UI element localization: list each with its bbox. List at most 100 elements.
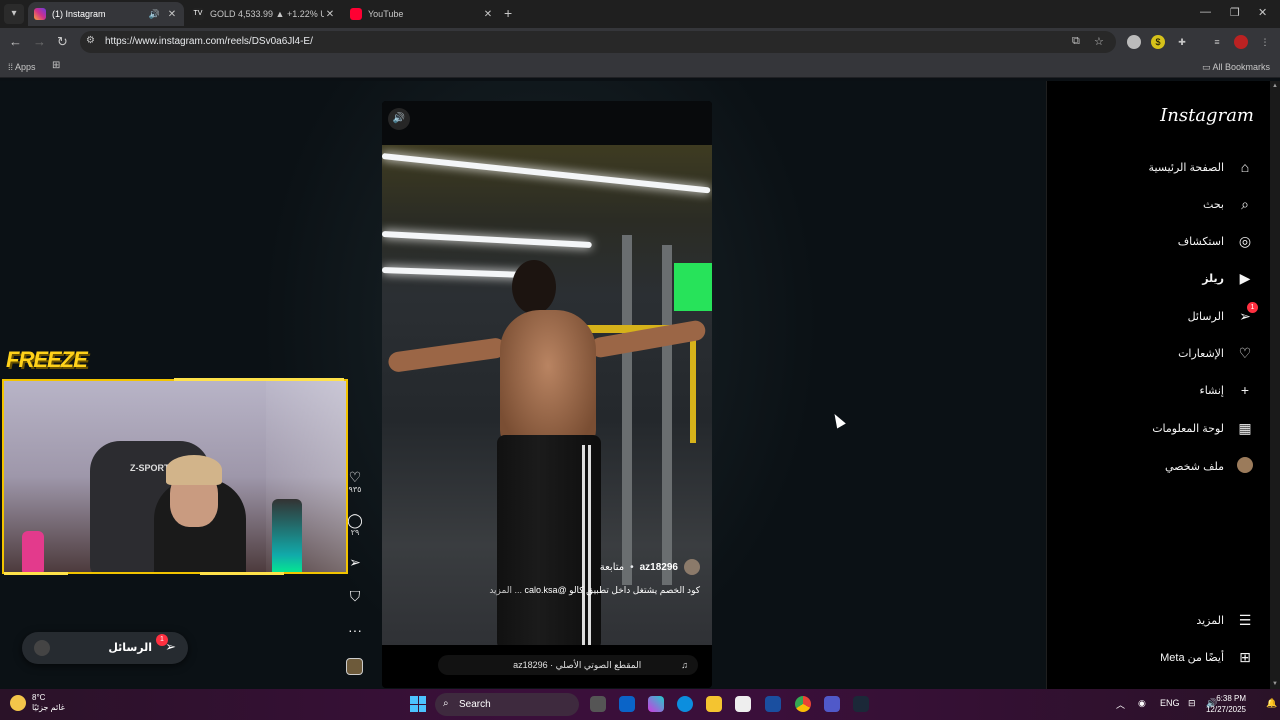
tab-title: YouTube: [368, 9, 404, 19]
reel-player[interactable]: 🔊 متابعة • az18296 كود الخصم يشتغل داخل …: [382, 101, 712, 688]
apps-bookmark[interactable]: ⁞⁞ Apps: [8, 62, 36, 72]
save-button[interactable]: ⛉: [346, 588, 364, 604]
audio-thumbnail[interactable]: [346, 658, 363, 675]
tab-gold[interactable]: TV GOLD 4,533.99 ▲ +1.22% Unn ✕: [186, 2, 342, 26]
author-avatar[interactable]: [684, 559, 700, 575]
search-icon: ⌕: [443, 698, 449, 709]
bookmark-star-icon[interactable]: ☆: [1094, 35, 1104, 48]
tradingview-favicon-icon: TV: [192, 8, 204, 20]
comment-icon: ◯: [347, 512, 363, 528]
audio-toggle-icon[interactable]: 🔊: [388, 108, 410, 130]
hamburger-icon: ☰: [1238, 611, 1252, 628]
comment-button[interactable]: ◯ ٢٩: [346, 512, 364, 537]
steam-icon[interactable]: [853, 696, 869, 712]
sidebar-item-explore[interactable]: ◎ استكشاف: [1178, 230, 1254, 252]
instagram-logo[interactable]: Instagram: [1160, 105, 1254, 126]
system-clock[interactable]: 6:38 PM 12/27/2025: [1206, 693, 1246, 715]
sidebar-item-meta[interactable]: ⊞ أيضًا من Meta: [1160, 646, 1254, 668]
sidebar-item-create[interactable]: + إنشاء: [1200, 379, 1254, 401]
caption-more-link[interactable]: ... المزيد: [489, 585, 522, 595]
minimize-button[interactable]: —: [1200, 6, 1211, 18]
close-window-button[interactable]: ✕: [1258, 6, 1267, 19]
sidebar-item-profile[interactable]: ملف شخصي: [1165, 455, 1254, 477]
reels-icon: ▶: [1239, 269, 1251, 286]
speaker-icon[interactable]: 🔊: [149, 9, 160, 20]
profile-avatar[interactable]: [1234, 35, 1248, 49]
messages-pill[interactable]: الرسائل ➢ 1: [22, 632, 188, 664]
chair-brand-text: Z-SPORT: [130, 463, 170, 473]
webcam-overlay: Z-SPORT: [2, 379, 348, 574]
tab-title: GOLD 4,533.99 ▲ +1.22% Unn: [210, 9, 324, 19]
reel-audio-button[interactable]: az18296 · المقطع الصوتي الأصلي ♫: [438, 655, 698, 675]
weather-widget[interactable]: 8°C غائم جزئيًا: [10, 693, 65, 713]
share-button[interactable]: ➢: [346, 554, 364, 570]
heart-icon: ♡: [1238, 344, 1252, 361]
reel-username[interactable]: az18296: [640, 562, 678, 573]
discord-tray-icon[interactable]: ◉: [1138, 698, 1146, 709]
follow-button[interactable]: متابعة: [600, 562, 624, 573]
extensions-puzzle-icon[interactable]: ✚: [1175, 35, 1189, 49]
task-view-icon[interactable]: [590, 696, 606, 712]
outlook-icon[interactable]: [619, 696, 635, 712]
sidebar-item-more[interactable]: ☰ المزيد: [1196, 609, 1254, 631]
messages-pill-label: الرسائل: [108, 642, 152, 654]
messages-icon: ➢ 1: [1236, 301, 1258, 325]
comment-count: ٢٩: [350, 528, 360, 537]
page-scrollbar[interactable]: ▲ ▼: [1270, 81, 1280, 689]
close-tab-icon[interactable]: ✕: [166, 9, 178, 20]
security-shield-icon[interactable]: [765, 696, 781, 712]
tray-chevron-icon[interactable]: ︿: [1116, 698, 1125, 711]
browser-tab-strip: ▾ (1) Instagram 🔊 ✕ TV GOLD 4,533.99 ▲ +…: [0, 0, 1280, 28]
notification-badge: 1: [156, 634, 168, 646]
forward-icon[interactable]: →: [33, 34, 46, 49]
instagram-favicon-icon: [34, 8, 46, 20]
menu-dots-icon[interactable]: ⋮: [1258, 35, 1272, 49]
network-icon[interactable]: ⊟: [1188, 698, 1196, 709]
sidebar-item-home[interactable]: ⌂ الصفحة الرئيسية: [1149, 156, 1254, 178]
back-icon[interactable]: ←: [9, 34, 22, 49]
media-control-icon[interactable]: ≡: [1210, 35, 1224, 49]
notification-icon[interactable]: 🔔: [1266, 698, 1277, 709]
tab-search-dropdown[interactable]: ▾: [4, 4, 24, 24]
edge-icon[interactable]: [677, 696, 693, 712]
bookmark-icon: ⛉: [349, 588, 361, 604]
scroll-down-icon[interactable]: ▼: [1272, 681, 1278, 687]
new-tab-button[interactable]: +: [504, 5, 512, 21]
language-indicator[interactable]: ENG: [1160, 698, 1180, 708]
store-icon[interactable]: [735, 696, 751, 712]
start-button[interactable]: [410, 696, 426, 712]
more-options-button[interactable]: ···: [346, 622, 364, 638]
notification-badge: 1: [1247, 301, 1258, 313]
teams-icon[interactable]: [824, 696, 840, 712]
home-icon: ⌂: [1240, 159, 1250, 175]
close-tab-icon[interactable]: ✕: [482, 9, 494, 20]
sidebar-item-messages[interactable]: ➢ 1 الرسائل: [1188, 301, 1258, 327]
sidebar-item-reels[interactable]: ▶ ريلز: [1202, 267, 1254, 289]
extension-icon[interactable]: [1127, 35, 1141, 49]
tab-grid-icon[interactable]: ⊞: [52, 60, 60, 71]
sidebar-item-dashboard[interactable]: ▦ لوحة المعلومات: [1152, 417, 1254, 439]
url-text[interactable]: https://www.instagram.com/reels/DSv0a6Jl…: [105, 36, 313, 47]
like-button[interactable]: ♡ ٩٣٥: [346, 469, 364, 494]
site-info-icon[interactable]: ⚙: [86, 35, 95, 46]
all-bookmarks-button[interactable]: ▭ All Bookmarks: [1202, 62, 1270, 73]
restore-button[interactable]: ❐: [1230, 6, 1240, 19]
tab-youtube[interactable]: YouTube ✕: [344, 2, 500, 26]
install-app-icon[interactable]: ⧉: [1072, 35, 1080, 48]
taskbar-search[interactable]: ⌕ Search: [435, 693, 579, 716]
tab-instagram[interactable]: (1) Instagram 🔊 ✕: [28, 2, 184, 26]
windows-taskbar: 8°C غائم جزئيًا ⌕ Search ︿ ◉ ENG ⊟ 🔊 6:3…: [0, 689, 1280, 720]
close-tab-icon[interactable]: ✕: [324, 9, 336, 20]
address-bar[interactable]: ⚙ https://www.instagram.com/reels/DSv0a6…: [80, 31, 1116, 53]
explore-icon: ◎: [1238, 232, 1252, 249]
instagram-page: 🔊 متابعة • az18296 كود الخصم يشتغل داخل …: [0, 81, 1270, 689]
file-explorer-icon[interactable]: [706, 696, 722, 712]
chrome-icon[interactable]: [795, 696, 811, 712]
sidebar-item-notifications[interactable]: ♡ الإشعارات: [1178, 342, 1254, 364]
copilot-icon[interactable]: [648, 696, 664, 712]
audio-label: az18296 · المقطع الصوتي الأصلي: [513, 659, 642, 670]
extension-icon[interactable]: $: [1151, 35, 1165, 49]
scroll-up-icon[interactable]: ▲: [1272, 83, 1278, 89]
sidebar-item-search[interactable]: ⌕ بحث: [1203, 193, 1254, 215]
reload-icon[interactable]: ↻: [57, 34, 68, 50]
